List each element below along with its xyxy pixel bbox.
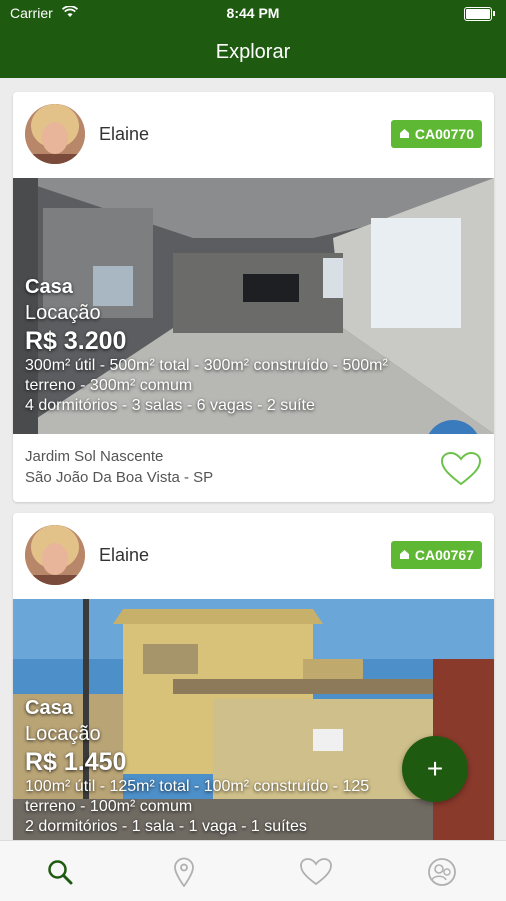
card-header: Elaine CA00770 bbox=[13, 92, 494, 178]
plus-label: + bbox=[426, 753, 444, 784]
page-title: Explorar bbox=[215, 41, 291, 63]
details-line: 2 dormitórios - 1 sala - 1 vaga - 1 suít… bbox=[25, 818, 307, 835]
search-icon bbox=[48, 860, 73, 885]
details-line: 100m² útil - 125m² total - 100m² constru… bbox=[25, 778, 370, 795]
listing-code-badge: CA00770 bbox=[390, 120, 482, 148]
tab-favorites[interactable] bbox=[296, 855, 336, 889]
clock: 8:44 PM bbox=[226, 5, 280, 21]
add-button[interactable]: + bbox=[402, 736, 468, 802]
details-line: terreno - 300m² comum bbox=[25, 377, 193, 394]
details-line: 4 dormitórios - 3 salas - 6 vagas - 2 su… bbox=[25, 397, 315, 414]
house-icon bbox=[399, 547, 410, 563]
listing-code: CA00767 bbox=[414, 547, 474, 563]
listing-code-badge: CA00767 bbox=[390, 541, 482, 569]
battery-icon bbox=[464, 7, 495, 21]
card-footer: Jardim Sol Nascente São João Da Boa Vist… bbox=[13, 434, 494, 502]
card-header: Elaine CA00767 bbox=[13, 513, 494, 599]
location-pin-icon bbox=[174, 857, 194, 887]
tab-bar bbox=[0, 840, 506, 901]
listing-info-overlay: Casa Locação R$ 1.450 100m² útil - 125m²… bbox=[25, 697, 369, 837]
deal-type: Locação bbox=[25, 302, 101, 324]
property-type: Casa bbox=[25, 276, 73, 298]
heart-icon bbox=[300, 858, 332, 886]
details-line: 300m² útil - 500m² total - 300m² constru… bbox=[25, 357, 388, 374]
profile-icon bbox=[428, 858, 456, 886]
status-bar: Carrier 8:44 PM bbox=[0, 0, 506, 26]
listing-photo[interactable]: Casa Locação R$ 3.200 300m² útil - 500m²… bbox=[13, 178, 494, 434]
details-line: terreno - 100m² comum bbox=[25, 798, 193, 815]
tab-map[interactable] bbox=[164, 855, 204, 889]
listing-photo[interactable]: Casa Locação R$ 1.450 100m² útil - 125m²… bbox=[13, 599, 494, 840]
avatar[interactable] bbox=[25, 104, 85, 164]
price: R$ 3.200 bbox=[25, 327, 127, 355]
listing-code: CA00770 bbox=[414, 126, 474, 142]
house-icon bbox=[399, 126, 410, 142]
listing-info-overlay: Casa Locação R$ 3.200 300m² útil - 500m²… bbox=[25, 276, 388, 416]
tab-explore[interactable] bbox=[40, 855, 80, 889]
avatar[interactable] bbox=[25, 525, 85, 585]
deal-type: Locação bbox=[25, 723, 101, 745]
tab-profile[interactable] bbox=[422, 855, 462, 889]
listing-card[interactable]: Elaine CA00770 Casa Locação R$ 3.200 300… bbox=[13, 92, 494, 502]
navigation-bar: Explorar bbox=[0, 26, 506, 78]
city: São João Da Boa Vista - SP bbox=[25, 469, 214, 486]
agent-name: Elaine bbox=[99, 124, 150, 144]
price: R$ 1.450 bbox=[25, 748, 127, 776]
agent-name: Elaine bbox=[99, 545, 150, 565]
favorite-heart-icon[interactable] bbox=[440, 451, 482, 491]
neighborhood: Jardim Sol Nascente bbox=[25, 448, 164, 465]
property-type: Casa bbox=[25, 697, 73, 719]
